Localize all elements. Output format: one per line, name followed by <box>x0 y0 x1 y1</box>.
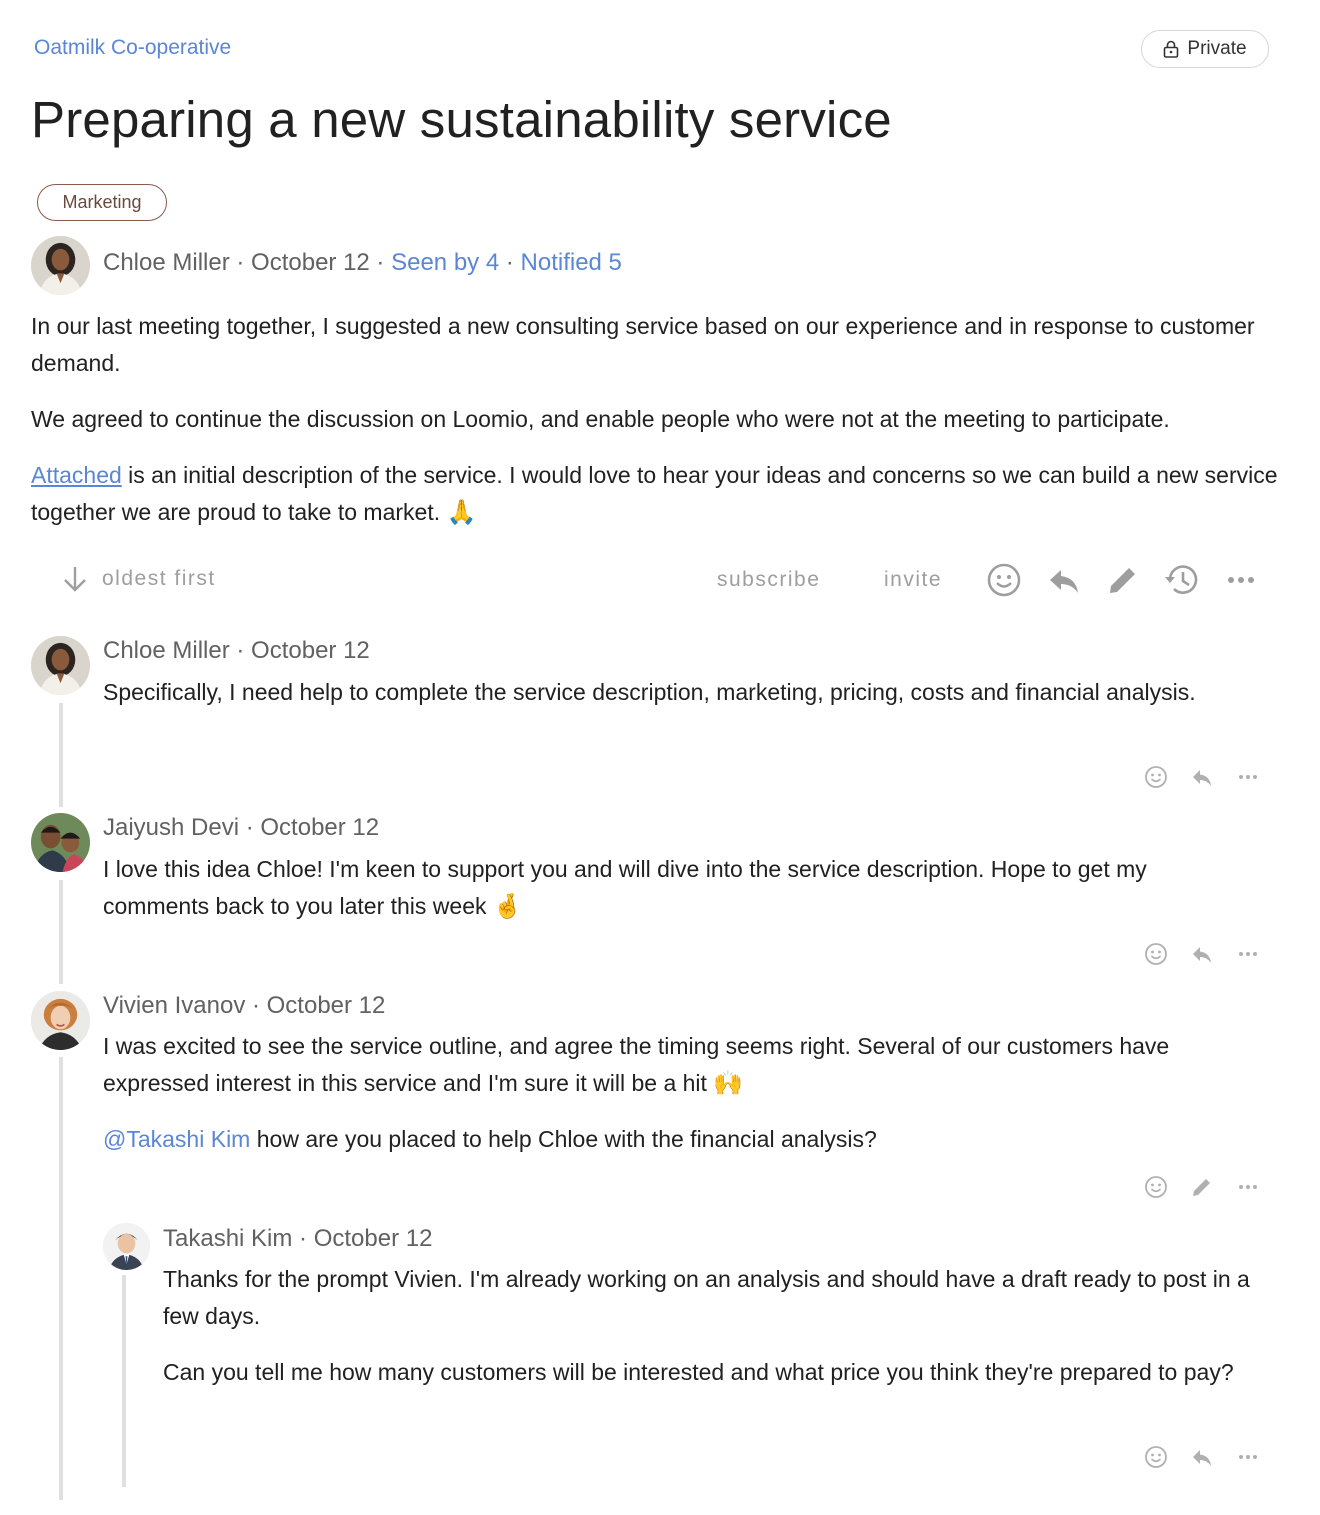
discussion-body: In our last meeting together, I suggeste… <box>31 308 1281 550</box>
comment-meta: Jaiyush Devi · October 12 <box>103 814 380 841</box>
thread-line <box>122 1275 126 1487</box>
group-link[interactable]: Oatmilk Co-operative <box>34 36 231 60</box>
comment-body: Thanks for the prompt Vivien. I'm alread… <box>163 1261 1263 1410</box>
comment-paragraph: I love this idea Chloe! I'm keen to supp… <box>103 856 1147 920</box>
thread-line <box>59 1057 63 1500</box>
thread-line <box>59 880 63 984</box>
avatar[interactable] <box>31 813 90 872</box>
attached-link[interactable]: Attached <box>31 462 122 488</box>
crossed-fingers-emoji: 🤞 <box>492 892 523 920</box>
avatar[interactable] <box>31 236 90 295</box>
comment-meta: Vivien Ivanov · October 12 <box>103 992 386 1019</box>
emoji-icon[interactable] <box>1144 765 1168 789</box>
history-icon[interactable] <box>1164 562 1200 598</box>
author-name[interactable]: Chloe Miller <box>103 637 230 664</box>
comment-date[interactable]: October 12 <box>260 814 379 841</box>
invite-button[interactable]: invite <box>884 568 942 592</box>
discussion-paragraph: We agreed to continue the discussion on … <box>31 406 1170 432</box>
comment-date[interactable]: October 12 <box>267 992 386 1019</box>
seen-by-link[interactable]: Seen by 4 <box>391 249 499 276</box>
more-icon[interactable] <box>1236 942 1260 966</box>
comment-paragraph: Specifically, I need help to complete th… <box>103 679 1196 705</box>
comment-paragraph: @Takashi Kim how are you placed to help … <box>103 1126 877 1152</box>
more-icon[interactable] <box>1236 1175 1260 1199</box>
author-name[interactable]: Vivien Ivanov <box>103 992 245 1019</box>
reply-icon[interactable] <box>1046 562 1082 598</box>
comment-meta: Chloe Miller · October 12 <box>103 637 370 664</box>
author-name[interactable]: Takashi Kim <box>163 1225 292 1252</box>
mention-link[interactable]: @Takashi Kim <box>103 1126 250 1152</box>
emoji-icon[interactable] <box>1144 1175 1168 1199</box>
lock-icon <box>1164 40 1179 58</box>
sort-button[interactable]: oldest first <box>60 564 216 594</box>
privacy-label: Private <box>1187 38 1247 59</box>
more-icon[interactable] <box>1236 765 1260 789</box>
avatar[interactable] <box>31 991 90 1050</box>
post-date[interactable]: October 12 <box>251 249 370 276</box>
raised-hands-emoji: 🙌 <box>713 1069 744 1097</box>
notified-link[interactable]: Notified 5 <box>521 249 622 276</box>
more-icon[interactable] <box>1236 1445 1260 1469</box>
comment-date[interactable]: October 12 <box>314 1225 433 1252</box>
page-title: Preparing a new sustainability service <box>31 91 892 148</box>
comment-date[interactable]: October 12 <box>251 637 370 664</box>
author-name[interactable]: Jaiyush Devi <box>103 814 239 841</box>
reply-icon[interactable] <box>1190 1445 1214 1469</box>
comment-body: Specifically, I need help to complete th… <box>103 674 1253 730</box>
reply-icon[interactable] <box>1190 942 1214 966</box>
comment-meta: Takashi Kim · October 12 <box>163 1225 433 1252</box>
discussion-paragraph: Attached is an initial description of th… <box>31 462 1278 526</box>
arrow-down-icon <box>64 567 86 592</box>
discussion-toolbar: oldest first subscribe invite <box>60 558 1260 602</box>
emoji-icon[interactable] <box>1144 1445 1168 1469</box>
pray-emoji: 🙏 <box>446 498 477 526</box>
comment-paragraph: Can you tell me how many customers will … <box>163 1359 1234 1385</box>
edit-icon[interactable] <box>1105 562 1141 598</box>
avatar[interactable] <box>103 1223 150 1270</box>
tag-chip[interactable]: Marketing <box>37 184 167 221</box>
more-icon[interactable] <box>1223 562 1259 598</box>
sort-label: oldest first <box>102 567 216 590</box>
comment-body: I love this idea Chloe! I'm keen to supp… <box>103 851 1253 944</box>
comment-paragraph: Thanks for the prompt Vivien. I'm alread… <box>163 1266 1250 1329</box>
emoji-icon[interactable] <box>986 562 1022 598</box>
thread-line <box>59 703 63 807</box>
reply-icon[interactable] <box>1190 765 1214 789</box>
discussion-meta: Chloe Miller · October 12 · Seen by 4 · … <box>103 249 622 276</box>
discussion-paragraph: In our last meeting together, I suggeste… <box>31 313 1255 376</box>
privacy-button[interactable]: Private <box>1141 30 1269 68</box>
comment-body: I was excited to see the service outline… <box>103 1028 1263 1177</box>
author-name[interactable]: Chloe Miller <box>103 249 230 276</box>
subscribe-button[interactable]: subscribe <box>717 568 820 592</box>
comment-paragraph: I was excited to see the service outline… <box>103 1033 1170 1097</box>
avatar[interactable] <box>31 636 90 695</box>
emoji-icon[interactable] <box>1144 942 1168 966</box>
edit-icon[interactable] <box>1190 1175 1214 1199</box>
